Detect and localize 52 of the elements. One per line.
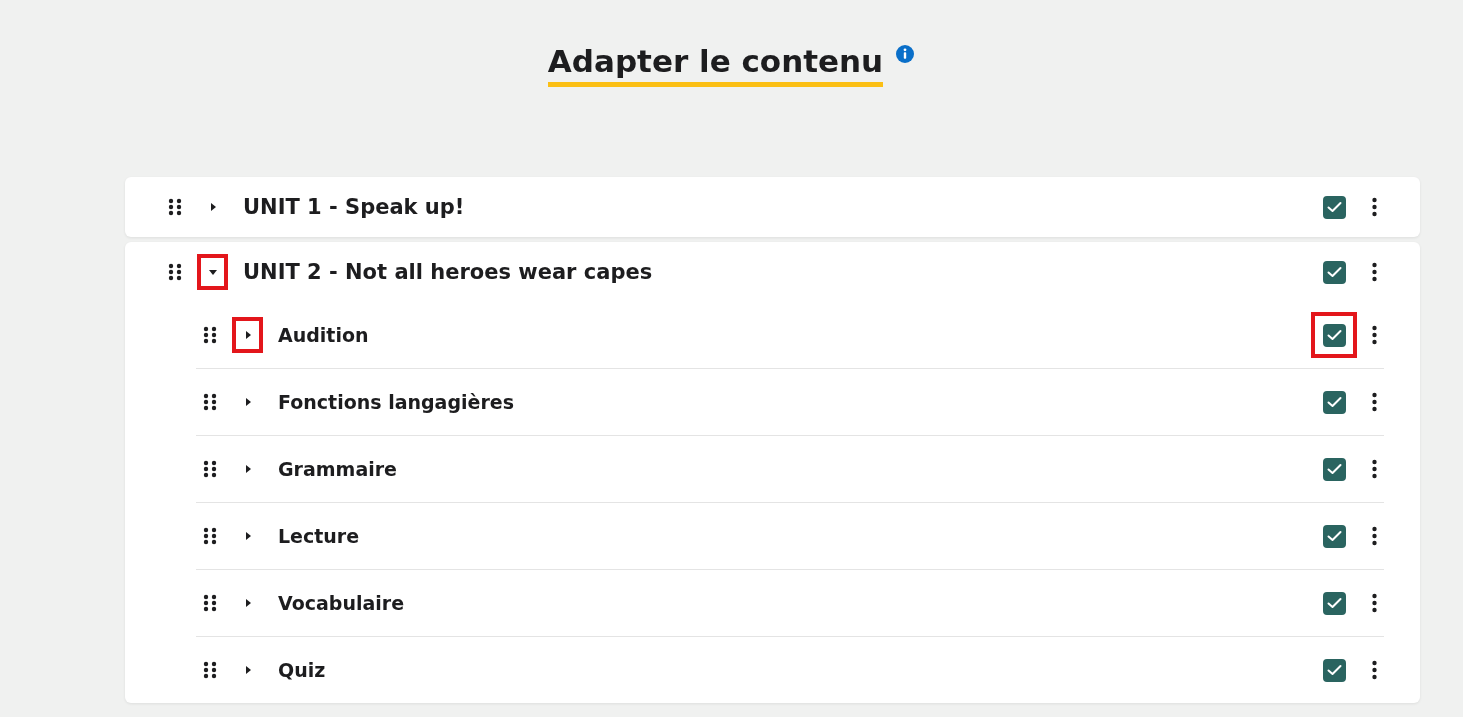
drag-handle-icon[interactable] [168, 263, 182, 281]
drag-handle-icon[interactable] [203, 594, 217, 612]
caret-right-icon [243, 398, 252, 406]
checkbox[interactable] [1322, 260, 1346, 284]
drag-handle-icon[interactable] [203, 393, 217, 411]
drag-handle-icon[interactable] [203, 527, 217, 545]
vertical-dots-icon [1371, 262, 1377, 282]
unit-title: UNIT 1 - Speak up! [243, 195, 466, 219]
vertical-dots-icon [1371, 197, 1377, 217]
vertical-dots-icon [1371, 526, 1377, 546]
caret-right-icon [243, 666, 252, 674]
checkmark-icon [1326, 201, 1342, 213]
vertical-dots-icon [1371, 660, 1377, 680]
expand-toggle[interactable] [197, 254, 228, 290]
checkmark-icon [1326, 664, 1342, 676]
vertical-dots-icon [1371, 593, 1377, 613]
section-title: Grammaire [278, 458, 398, 480]
checkbox[interactable] [1322, 524, 1346, 548]
checkmark-icon [1326, 329, 1342, 341]
section-title: Vocabulaire [278, 592, 406, 614]
section-title: Fonctions langagières [278, 391, 515, 413]
unit-title: UNIT 2 - Not all heroes wear capes [243, 260, 654, 284]
caret-down-icon [208, 268, 217, 276]
info-icon[interactable] [895, 44, 916, 64]
checkbox[interactable] [1322, 457, 1346, 481]
drag-handle-icon[interactable] [203, 326, 217, 344]
vertical-dots-icon [1371, 325, 1377, 345]
checkmark-icon [1326, 266, 1342, 278]
section-title: Audition [278, 324, 370, 346]
checkbox[interactable] [1322, 390, 1346, 414]
vertical-dots-icon [1371, 459, 1377, 479]
checkbox[interactable] [1322, 658, 1346, 682]
caret-right-icon [243, 599, 252, 607]
drag-handle-icon[interactable] [168, 198, 182, 216]
caret-right-icon [243, 331, 252, 339]
section-title: Quiz [278, 659, 327, 681]
checkbox[interactable] [1322, 591, 1346, 615]
checkmark-icon [1326, 530, 1342, 542]
checkmark-icon [1326, 597, 1342, 609]
vertical-dots-icon [1371, 392, 1377, 412]
checkbox[interactable] [1322, 195, 1346, 219]
checkbox[interactable] [1322, 323, 1346, 347]
drag-handle-icon[interactable] [203, 661, 217, 679]
checkmark-icon [1326, 463, 1342, 475]
caret-right-icon [243, 532, 252, 540]
page-title: Adapter le contenu [547, 42, 884, 87]
caret-right-icon [208, 203, 217, 211]
expand-toggle[interactable] [232, 317, 263, 353]
drag-handle-icon[interactable] [203, 460, 217, 478]
checkmark-icon [1326, 396, 1342, 408]
section-title: Lecture [278, 525, 361, 547]
caret-right-icon [243, 465, 252, 473]
